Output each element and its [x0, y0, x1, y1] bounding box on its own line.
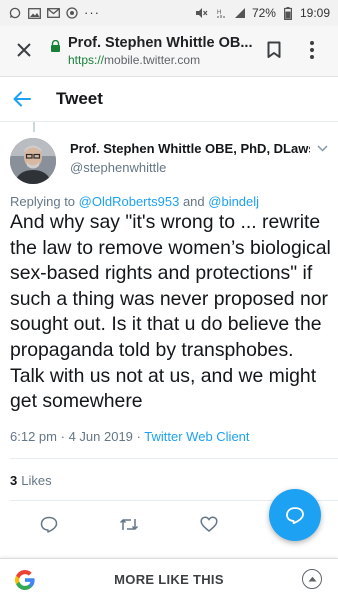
likes-label: Likes — [21, 473, 52, 488]
likes-number: 3 — [10, 473, 18, 488]
reply-icon — [40, 516, 58, 533]
status-bar: ··· H 72% 19:09 — [0, 0, 338, 26]
tweet-text: And why say "it's wrong to ... rewrite t… — [10, 211, 331, 413]
close-tab-button[interactable] — [12, 38, 36, 62]
tweet-time: 6:12 pm — [10, 429, 57, 444]
tweet-meta: 6:12 pm · 4 Jun 2019 · Twitter Web Clien… — [10, 429, 250, 444]
more-vertical-icon — [310, 41, 314, 59]
mention-link[interactable]: @bindelj — [208, 194, 259, 209]
image-icon — [27, 7, 41, 19]
status-bar-left: ··· — [8, 5, 100, 20]
more-like-this-bar[interactable]: MORE LIKE THIS — [0, 558, 338, 601]
divider — [10, 458, 338, 459]
chrome-icon — [65, 7, 79, 19]
tweet-client-link[interactable]: Twitter Web Client — [144, 429, 249, 444]
bookmark-button[interactable] — [264, 39, 284, 61]
battery-percent: 72% — [251, 6, 276, 20]
twitter-header: Tweet — [0, 77, 338, 122]
tweet-date: 4 Jun 2019 — [68, 429, 133, 444]
header-title: Tweet — [56, 89, 103, 108]
retweet-icon — [119, 518, 139, 530]
more-like-this-label: MORE LIKE THIS — [114, 572, 224, 587]
meta-separator: · — [136, 429, 141, 444]
avatar[interactable] — [10, 138, 56, 184]
mail-icon — [46, 7, 60, 19]
expand-button[interactable] — [302, 569, 322, 589]
like-button[interactable] — [198, 513, 220, 535]
mute-icon — [195, 7, 209, 19]
signal-icon — [233, 7, 247, 19]
thread-connector — [33, 122, 35, 132]
page-title[interactable]: Prof. Stephen Whittle OB... — [68, 35, 254, 51]
meta-separator: · — [60, 429, 65, 444]
browser-menu-button[interactable] — [304, 38, 320, 62]
back-button[interactable] — [11, 88, 33, 110]
replying-to: Replying to @OldRoberts953 and @bindelj — [10, 194, 259, 209]
data-icon: H — [214, 7, 228, 19]
lock-icon — [50, 39, 62, 52]
browser-toolbar: Prof. Stephen Whittle OB... https://mobi… — [0, 26, 338, 77]
whatsapp-icon — [8, 7, 22, 19]
replying-prefix: Replying to — [10, 194, 76, 209]
tweet-options-button[interactable] — [316, 142, 328, 154]
url-text[interactable]: https://mobile.twitter.com — [68, 53, 200, 67]
close-icon — [17, 43, 31, 57]
battery-icon — [281, 6, 295, 20]
author-handle[interactable]: @stephenwhittle — [70, 160, 166, 175]
compose-reply-button[interactable] — [269, 489, 321, 541]
bookmark-icon — [267, 41, 281, 58]
chevron-down-icon — [316, 144, 328, 152]
likes-count-link[interactable]: 3 Likes — [10, 473, 52, 488]
reply-button[interactable] — [38, 513, 60, 535]
author-name[interactable]: Prof. Stephen Whittle OBE, PhD, DLaws... — [70, 141, 310, 156]
status-bar-right: H 72% 19:09 — [195, 6, 330, 20]
retweet-button[interactable] — [118, 513, 140, 535]
triangle-up-icon — [308, 576, 316, 582]
replying-and: and — [182, 194, 205, 209]
url-scheme: https:// — [68, 53, 105, 67]
url-host: mobile.twitter.com — [104, 53, 201, 67]
back-arrow-icon — [13, 91, 31, 107]
mention-link[interactable]: @OldRoberts953 — [79, 194, 180, 209]
heart-icon — [200, 516, 218, 532]
more-notifications-icon: ··· — [84, 5, 100, 20]
reply-icon — [286, 506, 304, 524]
clock: 19:09 — [299, 6, 330, 20]
